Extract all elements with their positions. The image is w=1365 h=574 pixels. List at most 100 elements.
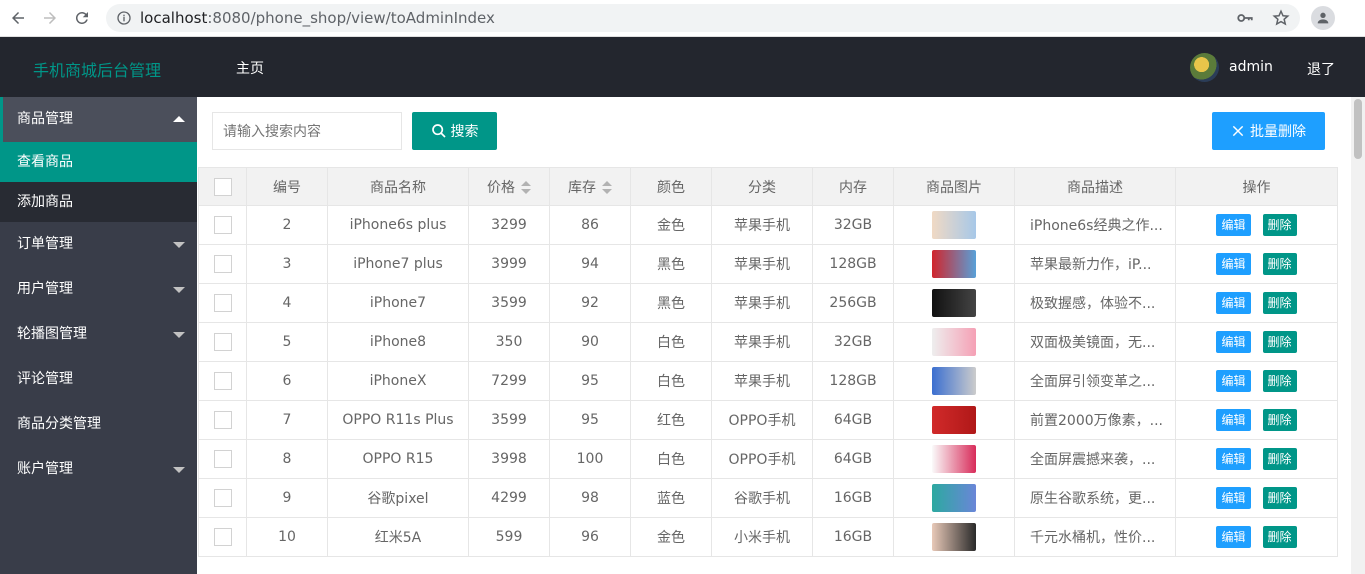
- bookmark-star-icon[interactable]: [1272, 9, 1290, 27]
- sidebar-item-account-management[interactable]: 账户管理: [0, 447, 197, 492]
- edit-button[interactable]: 编辑: [1216, 409, 1251, 431]
- cell-image: [893, 244, 1015, 284]
- row-checkbox[interactable]: [213, 411, 232, 429]
- cell-name: 谷歌pixel: [327, 478, 469, 518]
- cell-id: 10: [246, 517, 328, 557]
- search-icon: [431, 124, 446, 138]
- cell-desc: 全面屏震撼来袭，...: [1014, 439, 1176, 479]
- edit-button[interactable]: 编辑: [1216, 448, 1251, 470]
- delete-button[interactable]: 删除: [1262, 331, 1297, 353]
- col-header-actions: 操作: [1175, 167, 1338, 206]
- edit-button[interactable]: 编辑: [1216, 526, 1251, 548]
- delete-button[interactable]: 删除: [1262, 214, 1297, 236]
- row-checkbox[interactable]: [213, 216, 232, 234]
- cell-category: 苹果手机: [711, 361, 813, 401]
- col-header-color: 颜色: [630, 167, 712, 206]
- delete-button[interactable]: 删除: [1262, 487, 1297, 509]
- sort-icon[interactable]: [602, 180, 612, 195]
- cell-price: 350: [468, 322, 550, 362]
- search-button[interactable]: 搜索: [412, 112, 497, 150]
- cell-image: [893, 283, 1015, 323]
- edit-button[interactable]: 编辑: [1216, 370, 1251, 392]
- sidebar-item-carousel-management[interactable]: 轮播图管理: [0, 312, 197, 357]
- logout-link[interactable]: 退了: [1307, 59, 1335, 79]
- row-checkbox[interactable]: [213, 489, 232, 507]
- product-image: [932, 328, 976, 356]
- chevron-down-icon: [173, 332, 185, 338]
- back-icon[interactable]: [4, 4, 32, 32]
- cell-name: OPPO R15: [327, 439, 469, 479]
- user-name[interactable]: admin: [1229, 59, 1273, 75]
- sidebar-item-view-products[interactable]: 查看商品: [0, 142, 197, 182]
- avatar[interactable]: [1190, 53, 1219, 82]
- cell-price: 3299: [468, 205, 550, 245]
- row-checkbox[interactable]: [213, 450, 232, 468]
- cell-category: 谷歌手机: [711, 478, 813, 518]
- cell-memory: 16GB: [812, 517, 894, 557]
- product-image: [932, 250, 976, 278]
- cell-color: 白色: [630, 439, 712, 479]
- sidebar-item-add-product[interactable]: 添加商品: [0, 182, 197, 222]
- app-logo[interactable]: 手机商城后台管理: [33, 57, 161, 81]
- cell-color: 蓝色: [630, 478, 712, 518]
- batch-delete-button[interactable]: 批量删除: [1212, 112, 1325, 150]
- sidebar-item-category-management[interactable]: 商品分类管理: [0, 402, 197, 447]
- delete-button[interactable]: 删除: [1262, 253, 1297, 275]
- delete-button[interactable]: 删除: [1262, 292, 1297, 314]
- delete-button[interactable]: 删除: [1262, 370, 1297, 392]
- cell-id: 8: [246, 439, 328, 479]
- delete-button[interactable]: 删除: [1262, 448, 1297, 470]
- cell-memory: 64GB: [812, 400, 894, 440]
- edit-button[interactable]: 编辑: [1216, 214, 1251, 236]
- key-icon[interactable]: [1236, 9, 1254, 27]
- cell-color: 黑色: [630, 283, 712, 323]
- row-checkbox[interactable]: [213, 255, 232, 273]
- close-icon: [1232, 125, 1244, 137]
- sidebar-item-product-management[interactable]: 商品管理: [0, 97, 197, 142]
- forward-icon[interactable]: [36, 4, 64, 32]
- address-bar[interactable]: localhost:8080/phone_shop/view/toAdminIn…: [106, 4, 1300, 32]
- select-all-checkbox[interactable]: [213, 177, 232, 196]
- table-row: 5 iPhone8 350 90 白色 苹果手机 32GB 双面极美镜面，无... 编辑 删除: [198, 322, 1338, 362]
- delete-button[interactable]: 删除: [1262, 409, 1297, 431]
- scrollbar[interactable]: [1351, 97, 1365, 574]
- cell-id: 5: [246, 322, 328, 362]
- sort-icon[interactable]: [521, 180, 531, 195]
- sidebar-item-comment-management[interactable]: 评论管理: [0, 357, 197, 402]
- cell-image: [893, 439, 1015, 479]
- cell-id: 6: [246, 361, 328, 401]
- delete-button[interactable]: 删除: [1262, 526, 1297, 548]
- row-select-cell: [198, 439, 247, 479]
- row-checkbox[interactable]: [213, 372, 232, 390]
- search-input[interactable]: [212, 112, 402, 150]
- sidebar-item-user-management[interactable]: 用户管理: [0, 267, 197, 312]
- edit-button[interactable]: 编辑: [1216, 331, 1251, 353]
- cell-memory: 32GB: [812, 322, 894, 362]
- edit-button[interactable]: 编辑: [1216, 292, 1251, 314]
- cell-name: OPPO R11s Plus: [327, 400, 469, 440]
- row-checkbox[interactable]: [213, 294, 232, 312]
- cell-desc: 双面极美镜面，无...: [1014, 322, 1176, 362]
- cell-memory: 16GB: [812, 478, 894, 518]
- info-icon[interactable]: [116, 10, 132, 26]
- col-header-price[interactable]: 价格: [468, 167, 550, 206]
- cell-name: 红米5A: [327, 517, 469, 557]
- product-table: 编号 商品名称 价格 库存 颜色 分类 内存 商品图片 商品描述 操作 2 iPh…: [198, 167, 1338, 557]
- table-row: 2 iPhone6s plus 3299 86 金色 苹果手机 32GB iPhone6s经典…: [198, 205, 1338, 245]
- table-row: 10 红米5A 599 96 金色 小米手机 16GB 千元水桶机，性价... 编辑 删除: [198, 517, 1338, 557]
- nav-home[interactable]: 主页: [236, 58, 264, 78]
- reload-icon[interactable]: [68, 4, 96, 32]
- table-header-row: 编号 商品名称 价格 库存 颜色 分类 内存 商品图片 商品描述 操作: [198, 167, 1338, 206]
- cell-actions: 编辑 删除: [1175, 517, 1338, 557]
- profile-icon[interactable]: [1311, 6, 1335, 30]
- edit-button[interactable]: 编辑: [1216, 253, 1251, 275]
- col-header-category: 分类: [711, 167, 813, 206]
- row-select-cell: [198, 517, 247, 557]
- edit-button[interactable]: 编辑: [1216, 487, 1251, 509]
- row-checkbox[interactable]: [213, 528, 232, 546]
- cell-actions: 编辑 删除: [1175, 400, 1338, 440]
- row-checkbox[interactable]: [213, 333, 232, 351]
- sidebar-item-order-management[interactable]: 订单管理: [0, 222, 197, 267]
- col-header-stock[interactable]: 库存: [549, 167, 631, 206]
- cell-price: 599: [468, 517, 550, 557]
